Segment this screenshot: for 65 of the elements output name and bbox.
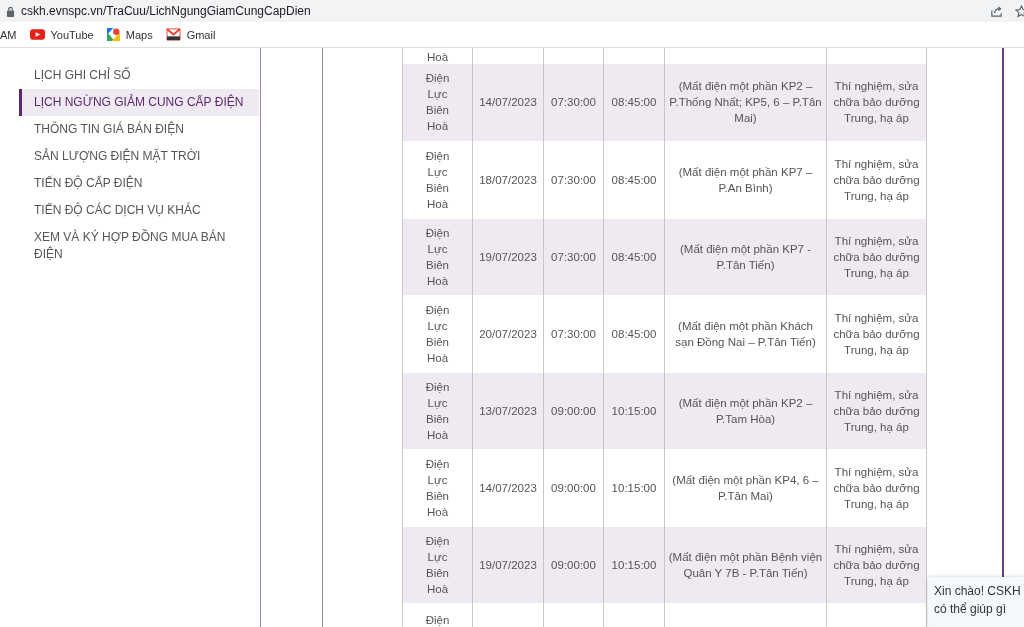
bookmark[interactable]: YouTube xyxy=(29,28,94,41)
bookmark[interactable]: AM xyxy=(0,28,17,41)
table-cell: Điện Lực Biên Hoà xyxy=(425,534,450,595)
table-cell: 07:30:00 xyxy=(551,96,596,109)
table-cell: 08:45:00 xyxy=(611,327,657,340)
table-cell: 07:30:00 xyxy=(551,173,596,186)
table-cell: Điện xyxy=(425,613,450,626)
lock-icon xyxy=(6,5,15,17)
table-cell: 10:15:00 xyxy=(611,481,657,494)
table-cell: 10:15:00 xyxy=(611,404,657,417)
sidebar-item[interactable]: LỊCH GHI CHỈ SỐ xyxy=(19,62,246,89)
table-cell: Thí nghiệm, sửa chữa bảo dưỡng Trung, hạ áp xyxy=(833,157,920,202)
table-cell: (Mất điện một phần KP2 – P.Tam Hòa) xyxy=(678,396,813,425)
table-cell: Thí nghiệm, sửa chữa bảo dưỡng Trung, hạ áp xyxy=(833,465,920,510)
table-cell: Thí nghiệm, sửa chữa bảo dưỡng Trung, hạ áp xyxy=(833,80,920,125)
table-cell: 09:00:00 xyxy=(551,404,596,417)
table-cell: Thí nghiệm, sửa chữa bảo dưỡng Trung, hạ áp xyxy=(833,234,920,279)
table-cell: (Mất điện một phần Khách sạn Đồng Nai – P.Tân Tiến) xyxy=(675,319,816,348)
table-cell: Điện Lực Biên Hoà xyxy=(425,72,450,133)
table-cell: (Mất điện một phần KP4, 6 – P.Tân Mai) xyxy=(672,473,819,502)
table-cell: 18/07/2023 xyxy=(479,173,537,186)
table-cell: Hoà xyxy=(426,51,449,63)
table-cell: 09:00:00 xyxy=(551,558,596,571)
table-cell: Điện Lực Biên Hoà xyxy=(425,226,450,287)
bookmark[interactable]: Gmail xyxy=(165,28,216,41)
chat-text: Xin chào! CSKH xyxy=(934,583,1022,599)
mail-icon xyxy=(165,28,181,41)
sidebar-item[interactable]: TIẾN ĐỘ CẤP ĐIỆN xyxy=(19,170,246,197)
table-cell: Điện Lực Biên Hoà xyxy=(425,303,450,364)
bookmark[interactable]: Maps xyxy=(106,28,153,41)
chat-bubble[interactable]: Xin chào! CSKH có thể giúp gì xyxy=(928,577,1024,627)
table-cell: 13/07/2023 xyxy=(479,404,537,417)
table-cell: 08:45:00 xyxy=(611,173,657,186)
sidebar-item[interactable]: LỊCH NGỪNG GIẢM CUNG CẤP ĐIỆN xyxy=(19,89,259,116)
table-cell: (Mất điện một phần Bệnh viện Quân Y 7B - P.Tân Tiến) xyxy=(668,550,823,579)
table-cell: 09:00:00 xyxy=(551,481,596,494)
table-cell: 19/07/2023 xyxy=(479,250,537,263)
table-cell: (Mất điện một phần KP7 – P.An Bình) xyxy=(678,165,813,194)
table-cell: 08:45:00 xyxy=(611,250,657,263)
table-cell: 14/07/2023 xyxy=(479,96,537,109)
sidebar-item[interactable]: TIẾN ĐỘ CÁC DỊCH VỤ KHÁC xyxy=(19,197,246,224)
table-cell: (Mất điện một phần KP2 – P.Thống Nhất; KP5, 6 – P.Tân Mai) xyxy=(669,80,822,125)
table-cell: Thí nghiệm, sửa chữa bảo dưỡng Trung, hạ áp xyxy=(833,542,920,587)
map-pin-icon xyxy=(106,28,120,41)
table-cell: Điện Lực Biên Hoà xyxy=(425,457,450,518)
table-cell: Điện Lực Biên Hoà xyxy=(425,380,450,441)
table-cell: 08:45:00 xyxy=(611,96,657,109)
table-cell: 10:15:00 xyxy=(611,558,657,571)
play-icon xyxy=(29,29,45,40)
table-cell: Thí nghiệm, sửa chữa bảo dưỡng Trung, hạ áp xyxy=(833,311,920,356)
table-cell: 07:30:00 xyxy=(551,327,596,340)
table-cell: Điện Lực Biên Hoà xyxy=(425,149,450,210)
table-cell: 14/07/2023 xyxy=(479,481,537,494)
table-cell: 07:30:00 xyxy=(551,250,596,263)
sidebar-item[interactable]: SẢN LƯỢNG ĐIỆN MẶT TRỜI xyxy=(19,143,246,170)
share-icon[interactable] xyxy=(990,4,1003,18)
table-cell: 19/07/2023 xyxy=(479,558,537,571)
star-icon[interactable] xyxy=(1015,4,1024,18)
table-cell: 20/07/2023 xyxy=(479,327,537,340)
table-cell: Thí nghiệm, sửa chữa bảo dưỡng Trung, hạ áp xyxy=(833,388,920,433)
sidebar-item[interactable]: THÔNG TIN GIÁ BÁN ĐIỆN xyxy=(19,116,246,143)
table-cell: (Mất điện một phần KP7 - P.Tân Tiến) xyxy=(679,242,811,271)
sidebar-item[interactable]: XEM VÀ KÝ HỢP ĐỒNG MUA BÁN ĐIỆN xyxy=(19,224,246,268)
chat-text: có thể giúp gì xyxy=(934,601,1008,617)
url-text[interactable]: cskh.evnspc.vn/TraCuu/LichNgungGiamCungCapDien xyxy=(21,4,990,18)
